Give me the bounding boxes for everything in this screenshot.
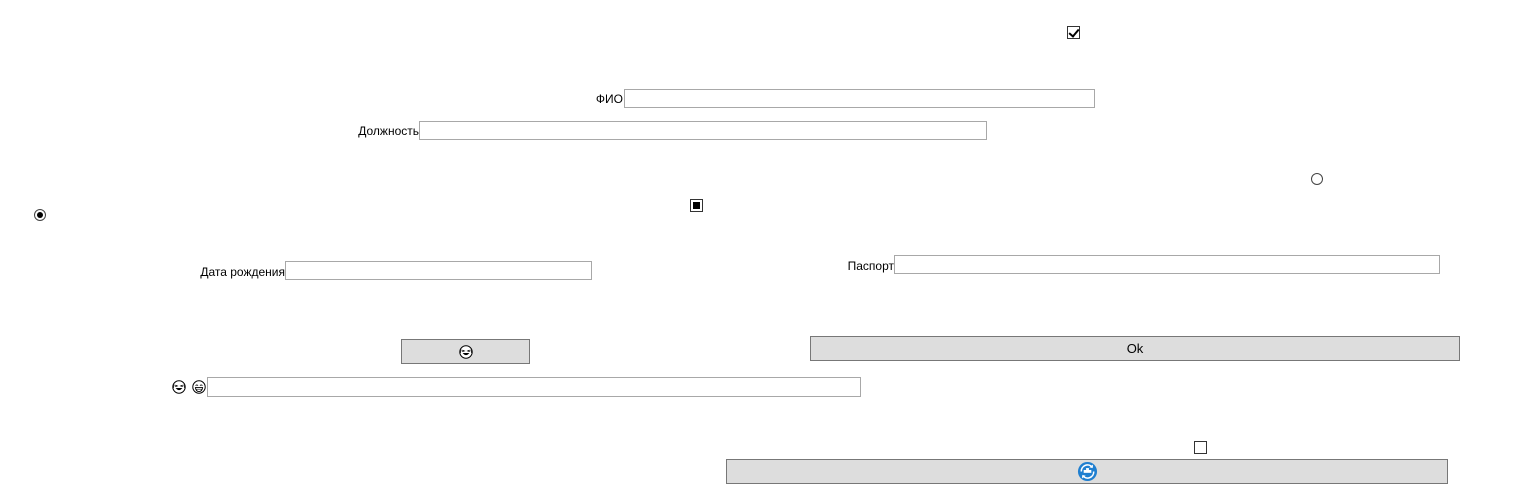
- birth-date-input[interactable]: [285, 261, 592, 280]
- bottom-checkbox[interactable]: [1194, 441, 1207, 454]
- grinning-face-icon: [192, 380, 206, 394]
- ok-button[interactable]: Ok: [810, 336, 1460, 361]
- position-label: Должность: [358, 124, 419, 138]
- left-radio[interactable]: [34, 209, 46, 221]
- emoji-button[interactable]: [401, 339, 530, 364]
- laughing-face-icon: [458, 344, 473, 359]
- top-checkbox[interactable]: [1067, 26, 1080, 39]
- fio-input[interactable]: [624, 89, 1095, 108]
- ok-button-label: Ok: [1126, 341, 1144, 356]
- form-window: ФИО Должность Дата рождения Паспорт Ok: [0, 0, 1513, 489]
- laughing-face-icon: [172, 380, 186, 394]
- birth-date-label: Дата рождения: [200, 265, 285, 279]
- position-input[interactable]: [419, 121, 987, 140]
- bottom-action-button[interactable]: [726, 459, 1448, 484]
- blue-ship-refresh-icon: [1077, 461, 1097, 482]
- fio-label: ФИО: [595, 92, 623, 106]
- right-radio[interactable]: [1311, 173, 1323, 185]
- passport-label: Паспорт: [847, 259, 894, 273]
- middle-checkbox[interactable]: [690, 199, 703, 212]
- passport-input[interactable]: [894, 255, 1440, 274]
- emoji-input[interactable]: [207, 377, 861, 397]
